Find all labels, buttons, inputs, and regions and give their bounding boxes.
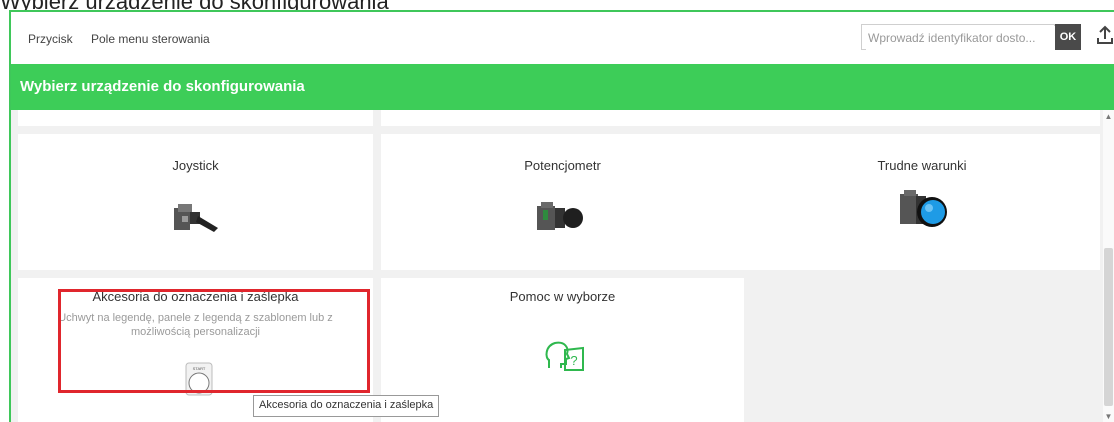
svg-text:?: ? [570, 353, 577, 368]
banner: Wybierz urządzenie do skonfigurowania [11, 64, 1114, 110]
search-input[interactable] [866, 26, 1056, 50]
joystick-icon [174, 204, 218, 232]
tooltip: Akcesoria do oznaczenia i zaślepka [253, 395, 440, 417]
scrollbar-thumb[interactable] [1104, 248, 1113, 406]
card-description: Uchwyt na legendę, panele z legendą z sz… [58, 312, 333, 338]
card-previous-3[interactable] [744, 110, 1100, 126]
card-title: Potencjometr [524, 158, 601, 173]
scroll-up-icon[interactable]: ▲ [1103, 112, 1114, 122]
banner-title: Wybierz urządzenie do skonfigurowania [20, 78, 305, 95]
pushbutton-blue-icon [900, 190, 947, 227]
card-previous-1[interactable] [18, 110, 373, 126]
card-title: Akcesoria do oznaczenia i zaślepka [92, 289, 299, 304]
legend-plate-text: START [193, 366, 206, 371]
card-trudne-warunki[interactable]: Trudne warunki [744, 134, 1100, 270]
legend-holder-icon: START [185, 362, 213, 396]
card-joystick[interactable]: Joystick [18, 134, 373, 270]
card-title: Joystick [172, 158, 219, 173]
menu-item-pole-menu[interactable]: Pole menu sterowania [91, 32, 210, 46]
upload-icon[interactable] [1096, 24, 1114, 48]
menu-bar: Przycisk Pole menu sterowania OK [11, 12, 1114, 65]
help-head-icon: ? [545, 341, 584, 371]
scroll-down-icon[interactable]: ▼ [1103, 412, 1114, 422]
potentiometer-icon [537, 202, 583, 230]
search-box [861, 24, 1056, 50]
menu-item-przycisk[interactable]: Przycisk [28, 32, 73, 46]
card-previous-2[interactable] [381, 110, 744, 126]
card-title: Trudne warunki [877, 158, 967, 173]
ok-button[interactable]: OK [1055, 24, 1081, 50]
top-strip: Wybierz urządzenie do skonfigurowania [0, 0, 1114, 14]
configurator-frame: Przycisk Pole menu sterowania OK Wybierz… [9, 10, 1114, 422]
card-potencjometr[interactable]: Potencjometr [381, 134, 744, 270]
device-grid: Joystick Potencjometr Trudne warunki Akc… [11, 110, 1114, 422]
card-title: Pomoc w wyborze [509, 289, 616, 304]
